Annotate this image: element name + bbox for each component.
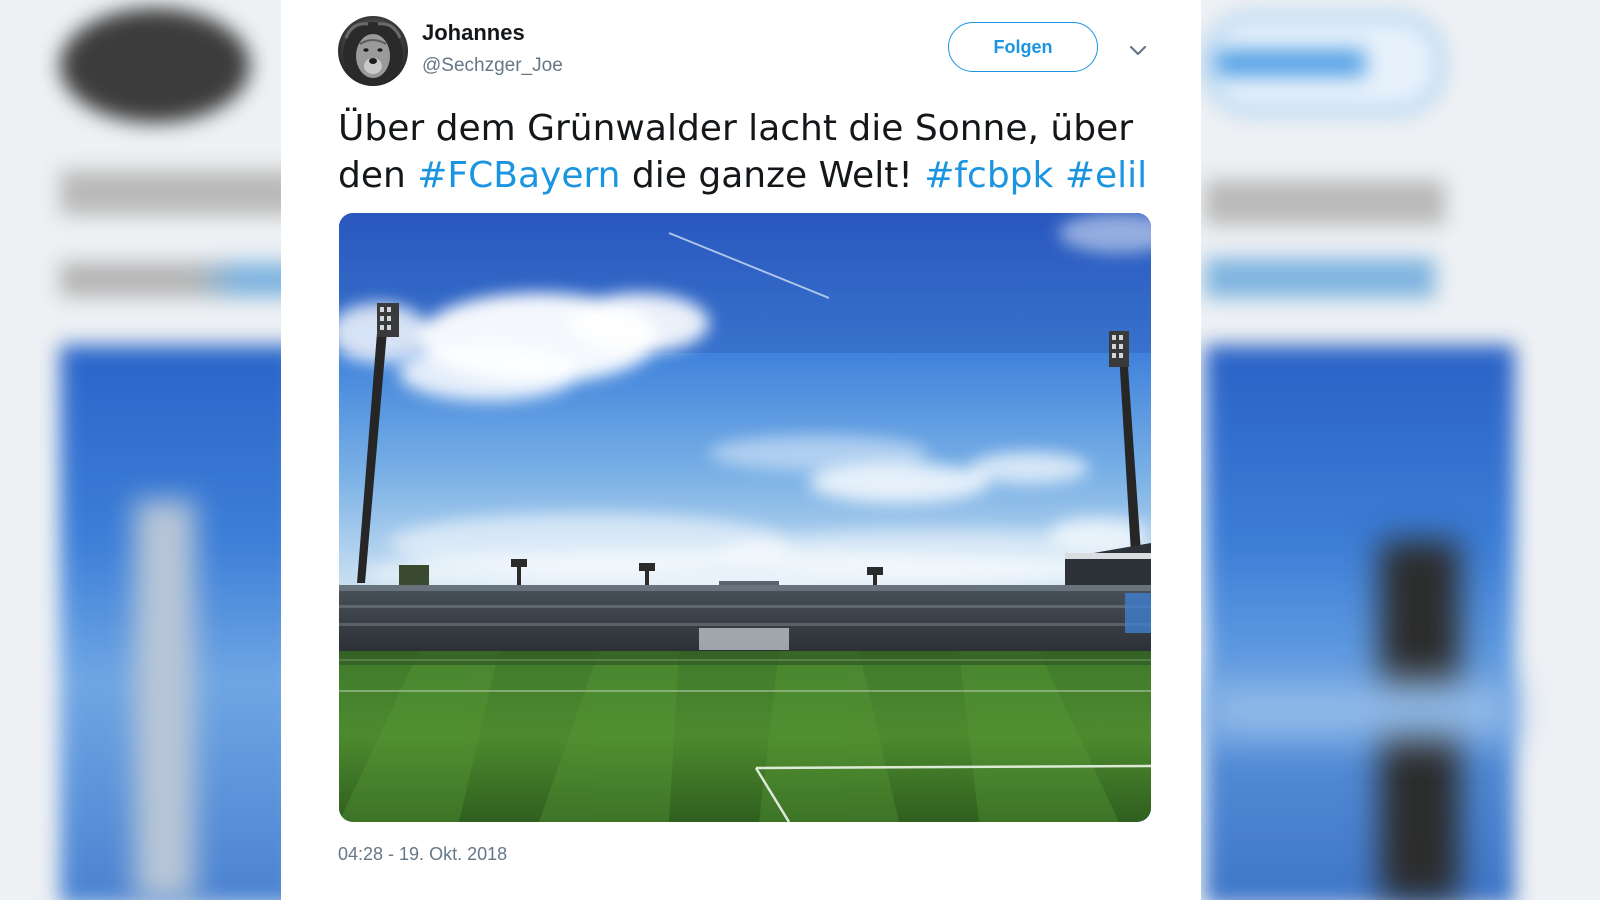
blurred-floodlight [135,500,195,900]
blurred-text-line [60,170,300,215]
blurred-text-line [60,262,300,297]
author-handle[interactable]: @Sechzger_Joe [422,55,563,77]
tweet-timestamp[interactable]: 04:28 - 19. Okt. 2018 [338,844,507,865]
tweet-card: Johannes @Sechzger_Joe Folgen Über dem G… [281,0,1201,900]
chevron-down-icon [1129,45,1147,56]
more-options-button[interactable] [1127,40,1149,62]
blurred-cloud [1205,680,1515,740]
hashtag-fcbayern[interactable]: #FCBayern [417,155,620,196]
follow-button[interactable]: Folgen [948,22,1098,72]
hashtag-elil[interactable]: #elil [1065,155,1147,196]
tweet-text: Über dem Grünwalder lacht die Sonne, übe… [338,105,1158,199]
tweet-text-part: die ganze Welt! [620,155,925,196]
tweet-text-part [1053,155,1064,196]
tweet-photo[interactable] [339,213,1151,822]
blurred-text-line [1205,258,1435,298]
stadium-photo [339,213,1151,822]
blurred-text-line [1205,180,1445,225]
blurred-follow-text [1215,50,1365,76]
author-avatar[interactable] [338,16,408,86]
lion-avatar-icon [343,22,403,86]
author-name[interactable]: Johannes [422,20,525,46]
blurred-avatar [60,8,250,123]
hashtag-fcbpk[interactable]: #fcbpk [924,155,1053,196]
blurred-photo-right [1205,345,1515,900]
